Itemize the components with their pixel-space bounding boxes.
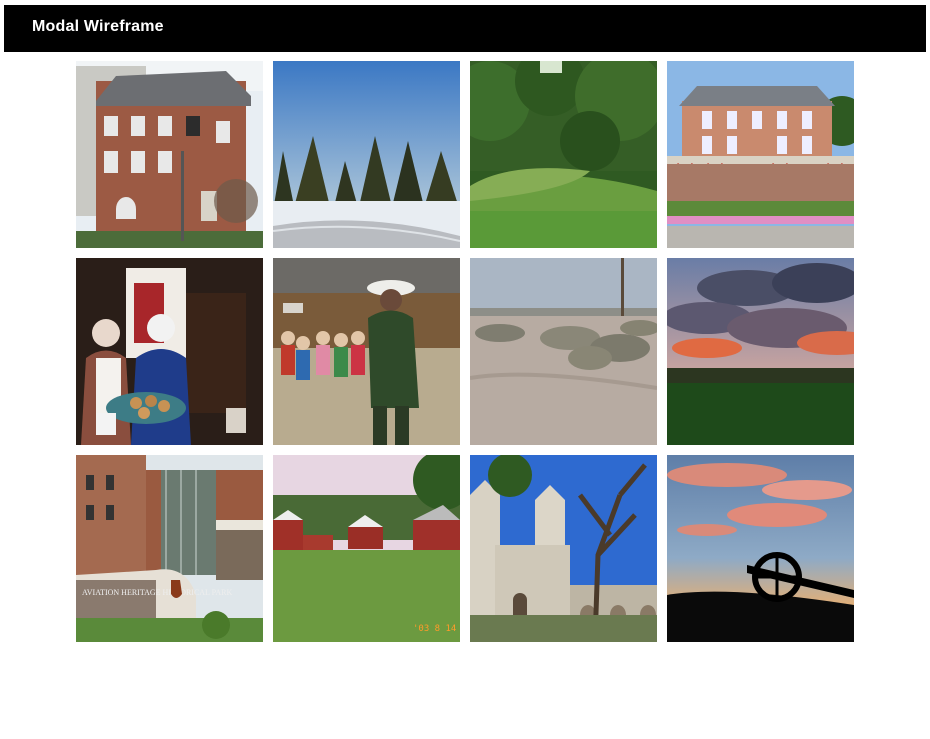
photo-ranger-children bbox=[273, 258, 460, 445]
gallery-tile-4[interactable] bbox=[667, 61, 854, 248]
photo-victorian-mansion bbox=[667, 61, 854, 248]
app-header: Modal Wireframe bbox=[4, 5, 926, 52]
gallery-tile-1[interactable] bbox=[76, 61, 263, 248]
gallery-tile-7[interactable] bbox=[470, 258, 657, 445]
photo-gallery: AVIATION HERITAGE HISTORICAL PARK '03 8 … bbox=[76, 61, 854, 643]
photo-grassy-mounds bbox=[470, 61, 657, 248]
photo-red-farm: '03 8 14 bbox=[273, 455, 460, 642]
park-sign-text: AVIATION HERITAGE HISTORICAL PARK bbox=[82, 588, 232, 597]
gallery-tile-10[interactable]: '03 8 14 bbox=[273, 455, 460, 642]
photo-sunset-clouds bbox=[667, 258, 854, 445]
gallery-tile-6[interactable] bbox=[273, 258, 460, 445]
gallery-tile-3[interactable] bbox=[470, 61, 657, 248]
gallery-tile-2[interactable] bbox=[273, 61, 460, 248]
gallery-tile-9[interactable]: AVIATION HERITAGE HISTORICAL PARK bbox=[76, 455, 263, 642]
gallery-tile-5[interactable] bbox=[76, 258, 263, 445]
photo-period-women-bread bbox=[76, 258, 263, 445]
gallery-tile-12[interactable] bbox=[667, 455, 854, 642]
gallery-tile-11[interactable] bbox=[470, 455, 657, 642]
photo-snowy-pines bbox=[273, 61, 460, 248]
photo-brick-townhouse bbox=[76, 61, 263, 248]
page-title: Modal Wireframe bbox=[32, 18, 164, 35]
gallery-tile-8[interactable] bbox=[667, 258, 854, 445]
photo-stone-mission bbox=[470, 455, 657, 642]
photo-cannon-silhouette bbox=[667, 455, 854, 642]
photo-desert-sagebrush bbox=[470, 258, 657, 445]
photo-date-stamp: '03 8 14 bbox=[413, 624, 456, 634]
photo-aviation-park-building: AVIATION HERITAGE HISTORICAL PARK bbox=[76, 455, 263, 642]
